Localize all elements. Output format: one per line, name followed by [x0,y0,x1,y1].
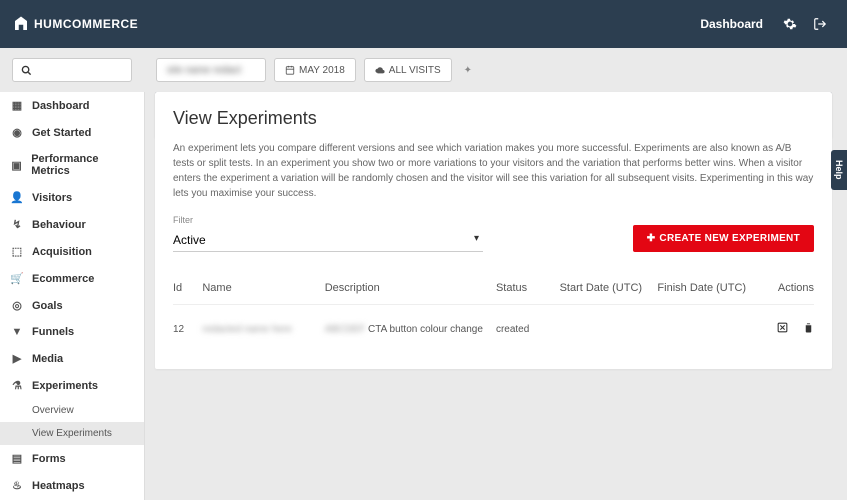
sidebar-item-ecommerce[interactable]: 🛒Ecommerce [0,265,144,292]
sidebar-item-funnels[interactable]: ▼Funnels [0,319,144,345]
logo-icon [12,15,30,33]
th-description: Description [325,282,496,294]
search-input[interactable] [12,58,132,82]
segment-selector[interactable]: ALL VISITS [364,58,452,82]
cell-name: redacted name here [202,324,324,335]
date-picker[interactable]: MAY 2018 [274,58,356,82]
sidebar: ▦Dashboard ◉Get Started ▣Performance Met… [0,92,145,500]
logout-icon[interactable] [805,17,835,31]
sidebar-item-acquisition[interactable]: ⬚Acquisition [0,238,144,265]
cell-status: created [496,324,560,335]
site-selector[interactable]: site name redact [156,58,266,82]
goal-icon: ◎ [10,299,24,312]
plus-icon: ✚ [647,233,656,244]
sidebar-item-experiments[interactable]: ⚗Experiments [0,372,144,399]
main-panel: View Experiments An experiment lets you … [155,92,832,369]
brand-logo[interactable]: HUMCOMMERCE [12,15,138,33]
th-start-date: Start Date (UTC) [560,282,658,294]
help-tab[interactable]: Help [831,150,847,190]
cloud-icon [375,65,385,75]
calendar-icon [285,65,295,75]
sidebar-item-get-started[interactable]: ◉Get Started [0,119,144,146]
header-right: Dashboard All Websites [688,1,835,47]
toolbar: site name redact MAY 2018 ALL VISITS ✦ [0,48,847,92]
filter-block: Filter Active [173,215,483,252]
cell-id: 12 [173,324,202,335]
th-actions: Actions [755,282,814,294]
gauge-icon: ▣ [10,159,23,172]
funnel-icon: ▼ [10,326,24,338]
flask-icon: ⚗ [10,379,24,392]
cart-icon: 🛒 [10,272,24,285]
media-icon: ▶ [10,352,24,365]
pin-icon[interactable]: ✦ [460,65,472,76]
cursor-icon: ↯ [10,218,24,231]
brand-text: HUMCOMMERCE [34,17,138,31]
th-id: Id [173,282,202,294]
header: HUMCOMMERCE Dashboard All Websites [0,0,847,48]
sidebar-item-visitors[interactable]: 👤Visitors [0,184,144,211]
table-header: Id Name Description Status Start Date (U… [173,272,814,305]
sidebar-item-forms[interactable]: ▤Forms [0,445,144,472]
delete-icon[interactable] [803,321,814,337]
filter-row: Filter Active ✚ CREATE NEW EXPERIMENT [173,215,814,252]
sidebar-sub-view-experiments[interactable]: View Experiments [0,422,144,445]
target-icon: ◉ [10,126,24,139]
page-description: An experiment lets you compare different… [173,141,814,201]
sidebar-sub-overview[interactable]: Overview [0,399,144,422]
sidebar-item-heatmaps[interactable]: ♨Heatmaps [0,472,144,499]
th-status: Status [496,282,560,294]
nav-dashboard[interactable]: Dashboard [688,1,775,47]
page-title: View Experiments [173,108,814,129]
th-finish-date: Finish Date (UTC) [657,282,755,294]
fire-icon: ♨ [10,479,24,492]
sidebar-item-goals[interactable]: ◎Goals [0,292,144,319]
filter-select[interactable]: Active [173,229,483,252]
user-icon: 👤 [10,191,24,204]
cell-description: ABCDEF CTA button colour change [325,324,496,335]
inbox-icon: ⬚ [10,245,24,258]
dashboard-icon: ▦ [10,99,24,112]
th-name: Name [202,282,324,294]
sidebar-item-media[interactable]: ▶Media [0,345,144,372]
sidebar-item-dashboard[interactable]: ▦Dashboard [0,92,144,119]
search-icon [21,65,32,76]
gear-icon[interactable] [775,17,805,31]
filter-label: Filter [173,215,483,225]
sidebar-item-behaviour[interactable]: ↯Behaviour [0,211,144,238]
form-icon: ▤ [10,452,24,465]
table-row: 12 redacted name here ABCDEF CTA button … [173,305,814,353]
create-experiment-button[interactable]: ✚ CREATE NEW EXPERIMENT [633,225,814,252]
edit-icon[interactable] [776,321,789,337]
sidebar-item-performance[interactable]: ▣Performance Metrics [0,146,144,184]
cell-actions [755,321,814,337]
